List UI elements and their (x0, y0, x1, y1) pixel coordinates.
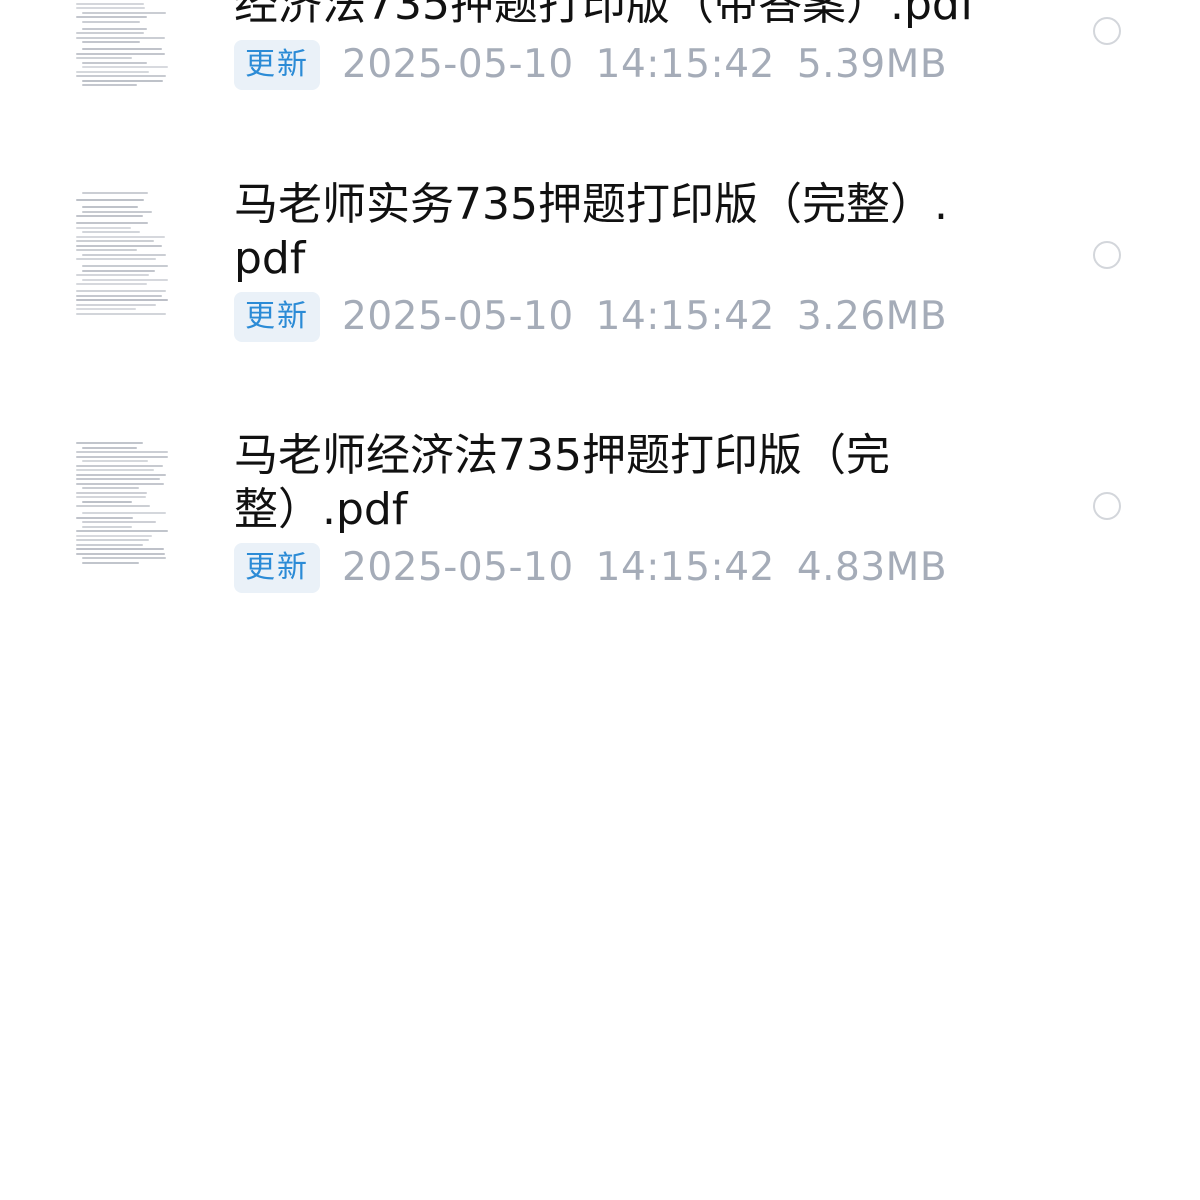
thumbnail-text-line (76, 442, 143, 444)
thumbnail-text-line (76, 496, 146, 498)
thumbnail-text-line (76, 478, 161, 480)
thumbnail-text-line (76, 491, 147, 494)
thumbnail-text-line (82, 512, 167, 514)
thumbnail-text-line (82, 460, 149, 462)
file-meta: 更新 2025-05-10 14:15:42 4.83MB (234, 543, 947, 593)
thumbnail-text-line (82, 446, 138, 449)
thumbnail-text-line (82, 525, 132, 528)
thumbnail-text-line (76, 455, 168, 458)
thumbnail-text-line (76, 505, 150, 507)
thumbnail-text-line (76, 464, 163, 467)
select-radio-button[interactable] (1093, 492, 1121, 520)
thumbnail-text-line (82, 557, 166, 559)
thumbnail-text-line (76, 473, 167, 476)
thumbnail-text-line (76, 516, 133, 519)
thumbnail-text-line (76, 548, 164, 550)
thumbnail-text-line (76, 451, 168, 453)
thumbnail-text-line (82, 561, 139, 564)
thumbnail-text-line (76, 539, 150, 541)
thumbnail-text-line (76, 552, 166, 555)
thumbnail-text-line (82, 487, 139, 489)
file-date: 2025-05-10 (342, 545, 574, 590)
thumbnail-text-line (82, 500, 133, 503)
file-time: 14:15:42 (595, 545, 775, 590)
file-size: 4.83MB (796, 545, 948, 590)
update-badge: 更新 (234, 543, 320, 593)
file-name: 马老师经济法735押题打印版（完整）.pdf (234, 430, 890, 535)
thumbnail-text-line (76, 469, 154, 471)
thumbnail-text-line (82, 521, 157, 523)
file-list-item[interactable]: 马老师经济法735押题打印版（完整）.pdf 更新 2025-05-10 14:… (0, 0, 1200, 600)
pdf-thumbnail-icon (72, 438, 172, 573)
thumbnail-text-line (76, 543, 143, 546)
file-list: 经济法735押题打印版（带答案）.pdf 更新 2025-05-10 14:15… (0, 0, 1200, 1200)
thumbnail-text-line (76, 482, 164, 485)
thumbnail-text-line (76, 530, 168, 532)
thumbnail-text-line (76, 534, 152, 537)
